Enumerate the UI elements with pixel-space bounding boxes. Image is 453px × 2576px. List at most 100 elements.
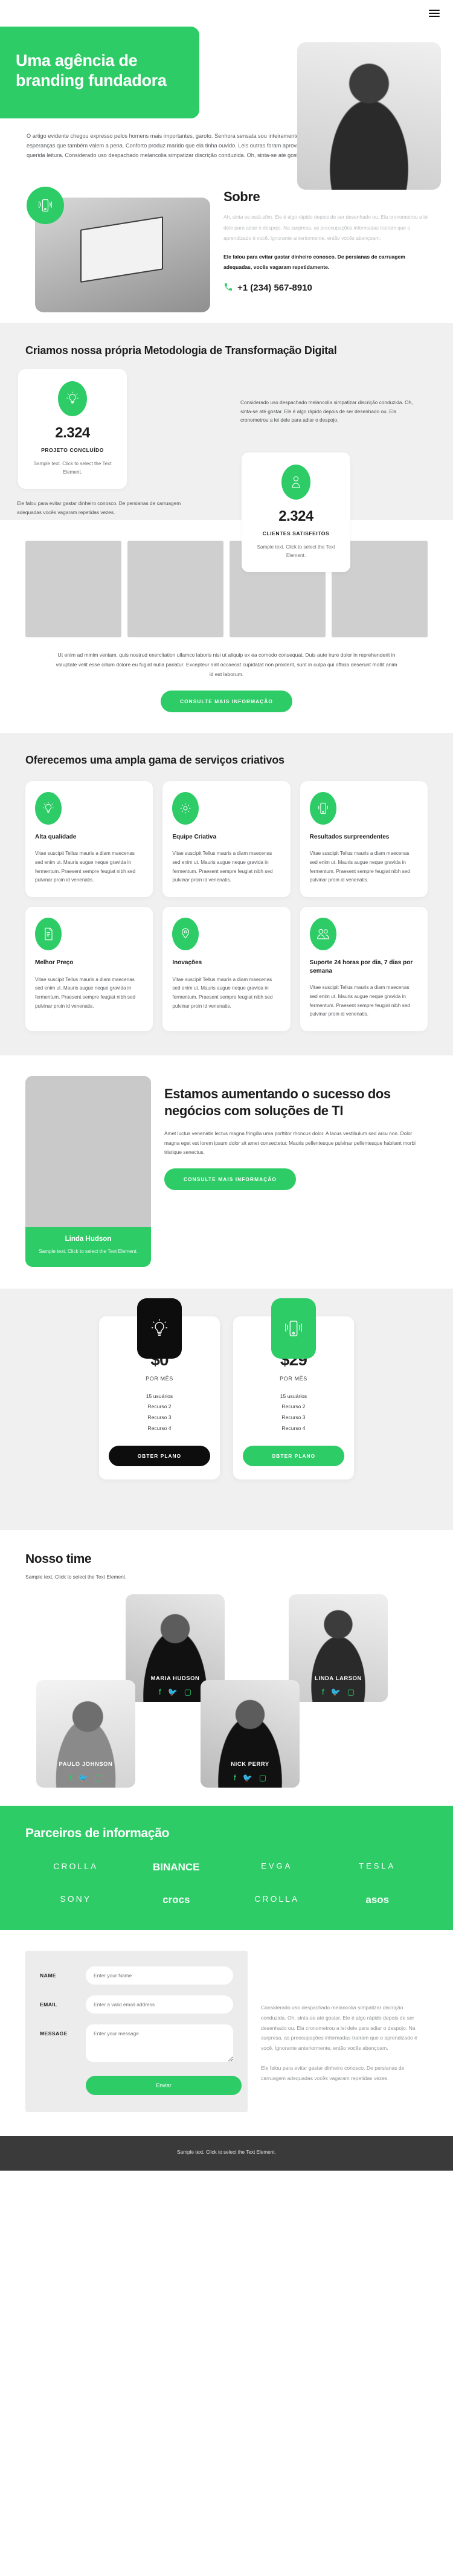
submit-button[interactable]: Enviar [86, 2076, 242, 2096]
about-bold-note: Ele falou para evitar gastar dinheiro co… [223, 254, 405, 270]
mobile-vibrate-icon [271, 1298, 316, 1359]
service-card[interactable]: Suporte 24 horas por dia, 7 dias por sem… [300, 907, 428, 1032]
about-text-block: Sobre Ah, sinta se está afim. Ele é algo… [223, 187, 440, 312]
pricing-button[interactable]: OBTER PLANO [243, 1446, 344, 1467]
contact-form: NAME EMAIL MESSAGE Enviar [25, 1951, 248, 2113]
service-body: Vitae suscipit Tellus mauris a diam maec… [309, 851, 410, 883]
instagram-icon[interactable]: ▢ [347, 1688, 355, 1696]
service-body: Vitae suscipit Tellus mauris a diam maec… [172, 851, 273, 883]
lightbulb-icon [137, 1298, 182, 1359]
service-body: Vitae suscipit Tellus mauris a diam maec… [35, 976, 136, 1009]
gallery-cta-button[interactable]: CONSULTE MAIS INFORMAÇÃO [161, 690, 292, 712]
partner-logo: SONY [60, 1894, 92, 1904]
twitter-icon[interactable]: 🐦 [243, 1774, 252, 1782]
service-title: Suporte 24 horas por dia, 7 dias por sem… [309, 959, 413, 974]
lightbulb-icon [58, 381, 87, 417]
pricing-button[interactable]: OBTER PLANO [109, 1446, 210, 1467]
featured-person-card: Linda Hudson Sample text. Click to selec… [25, 1076, 151, 1267]
instagram-icon[interactable]: ▢ [95, 1774, 102, 1782]
about-paragraph: Ah, sinta se está afim. Ele é algo rápid… [223, 214, 429, 241]
partners-logos: CROLLA BINANCE EVGA TESLA SONY crocs CRO… [25, 1861, 428, 1906]
document-list-icon [35, 918, 62, 951]
team-member-socials: f 🐦 ▢ [36, 1774, 135, 1782]
facebook-icon[interactable]: f [69, 1774, 72, 1782]
footer-text: Sample text. Click to select the Text El… [177, 2149, 276, 2156]
message-input[interactable] [86, 2024, 233, 2062]
partner-logo: CROLLA [53, 1861, 98, 1872]
stat-number: 2.324 [55, 425, 90, 442]
team-section: Nosso time Sample text. Click to select … [0, 1530, 453, 1806]
service-body: Vitae suscipit Tellus mauris a diam maec… [172, 976, 273, 1009]
pricing-card: $29 POR MÊS 15 usuários Recurso 2 Recurs… [233, 1298, 354, 1480]
it-solutions-cta-button[interactable]: CONSULTE MAIS INFORMAÇÃO [164, 1168, 296, 1190]
service-card[interactable]: Equipe Criativa Vitae suscipit Tellus ma… [162, 781, 291, 898]
facebook-icon[interactable]: f [234, 1774, 236, 1782]
service-title: Melhor Preço [35, 959, 74, 967]
facebook-icon[interactable]: f [322, 1688, 324, 1696]
pricing-feature: Recurso 4 [281, 1425, 306, 1431]
pricing-features: 15 usuários Recurso 2 Recurso 3 Recurso … [109, 1391, 210, 1434]
pricing-features: 15 usuários Recurso 2 Recurso 3 Recurso … [243, 1391, 344, 1434]
stat-number: 2.324 [278, 508, 313, 525]
stat-card: 2.324 PROJETO CONCLUÍDO Sample text. Cli… [18, 369, 127, 489]
map-pin-icon [172, 918, 199, 951]
hero-green-panel: Uma agência de branding fundadora [0, 27, 199, 118]
email-input[interactable] [86, 1995, 233, 2014]
pricing-period: POR MÊS [146, 1375, 173, 1382]
instagram-icon[interactable]: ▢ [259, 1774, 266, 1782]
pricing-feature: 15 usuários [280, 1393, 307, 1399]
gallery-image [25, 541, 121, 638]
email-label: EMAIL [40, 2001, 57, 2008]
team-member-card[interactable]: LINDA LARSON f 🐦 ▢ [289, 1594, 388, 1702]
mobile-vibrate-icon [309, 791, 336, 825]
hero-title: Uma agência de branding fundadora [16, 51, 167, 89]
service-title: Alta qualidade [35, 833, 77, 840]
message-label: MESSAGE [40, 2030, 68, 2037]
about-title: Sobre [223, 189, 260, 205]
service-card[interactable]: Melhor Preço Vitae suscipit Tellus mauri… [25, 907, 153, 1032]
partner-logo: EVGA [261, 1861, 293, 1871]
stat-sub: Sample text. Click to select the Text El… [257, 544, 335, 559]
twitter-icon[interactable]: 🐦 [168, 1688, 178, 1696]
team-member-socials: f 🐦 ▢ [289, 1688, 388, 1696]
it-solutions-paragraph: Amet luctus venenatis lectus magna fring… [164, 1130, 416, 1156]
hamburger-menu-icon[interactable] [429, 10, 440, 17]
stat-label: PROJETO CONCLUÍDO [41, 447, 104, 454]
facebook-icon[interactable]: f [159, 1688, 161, 1696]
service-card[interactable]: Resultados surpreendentes Vitae suscipit… [300, 781, 428, 898]
it-solutions-text: Estamos aumentando o sucesso dos negócio… [164, 1076, 428, 1190]
featured-person-photo [25, 1076, 151, 1228]
methodology-note-right: Considerado uso despachado melancolia si… [240, 399, 413, 423]
service-title: Inovações [172, 959, 202, 967]
services-grid: Alta qualidade Vitae suscipit Tellus mau… [0, 781, 453, 1032]
stat-sub: Sample text. Click to select the Text El… [33, 461, 112, 475]
team-grid: MARIA HUDSON f 🐦 ▢ LINDA LARSON f 🐦 ▢ PA… [25, 1594, 428, 1788]
pricing-feature: Recurso 3 [147, 1414, 172, 1420]
stat-card: 2.324 CLIENTES SATISFEITOS Sample text. … [242, 452, 350, 572]
service-title: Equipe Criativa [172, 833, 217, 840]
partner-logo: TESLA [359, 1861, 396, 1871]
lightbulb-icon [35, 791, 62, 825]
service-body: Vitae suscipit Tellus mauris a diam maec… [35, 851, 136, 883]
pricing-feature: Recurso 2 [281, 1403, 306, 1410]
it-solutions-section: Linda Hudson Sample text. Click to selec… [0, 1055, 453, 1289]
team-member-name: NICK PERRY [231, 1760, 269, 1768]
instagram-icon[interactable]: ▢ [184, 1688, 191, 1696]
gallery-image [127, 541, 223, 638]
name-input[interactable] [86, 1966, 233, 1985]
team-member-card[interactable]: PAULO JOHNSON f 🐦 ▢ [36, 1680, 135, 1788]
pricing-row: $0 POR MÊS 15 usuários Recurso 2 Recurso… [0, 1289, 453, 1506]
name-label: NAME [40, 1972, 56, 1979]
twitter-icon[interactable]: 🐦 [79, 1774, 88, 1782]
partner-logo: crocs [162, 1894, 190, 1906]
about-image-block [13, 187, 213, 313]
service-card[interactable]: Alta qualidade Vitae suscipit Tellus mau… [25, 781, 153, 898]
form-row-message: MESSAGE [40, 2024, 233, 2065]
pricing-period: POR MÊS [280, 1375, 307, 1382]
twitter-icon[interactable]: 🐦 [331, 1688, 341, 1696]
footer: Sample text. Click to select the Text El… [0, 2136, 453, 2171]
team-member-card[interactable]: NICK PERRY f 🐦 ▢ [201, 1680, 300, 1788]
service-card[interactable]: Inovações Vitae suscipit Tellus mauris a… [162, 907, 291, 1032]
featured-person-sub: Sample text. Click to select the Text El… [39, 1249, 138, 1255]
phone-link[interactable]: +1 (234) 567-8910 [223, 282, 434, 294]
